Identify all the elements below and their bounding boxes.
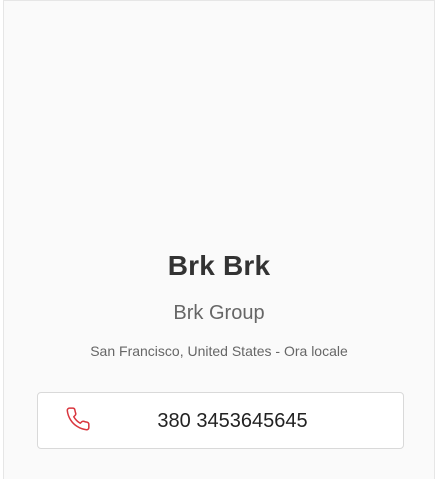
phone-button[interactable]: 380 3453645645 xyxy=(37,392,404,449)
profile-card: Brk Brk Brk Group San Francisco, United … xyxy=(3,0,435,479)
profile-company: Brk Group xyxy=(173,302,265,324)
phone-number: 380 3453645645 xyxy=(157,410,308,432)
profile-name: Brk Brk xyxy=(167,250,271,281)
profile-location: San Francisco, United States - Ora local… xyxy=(90,343,348,359)
